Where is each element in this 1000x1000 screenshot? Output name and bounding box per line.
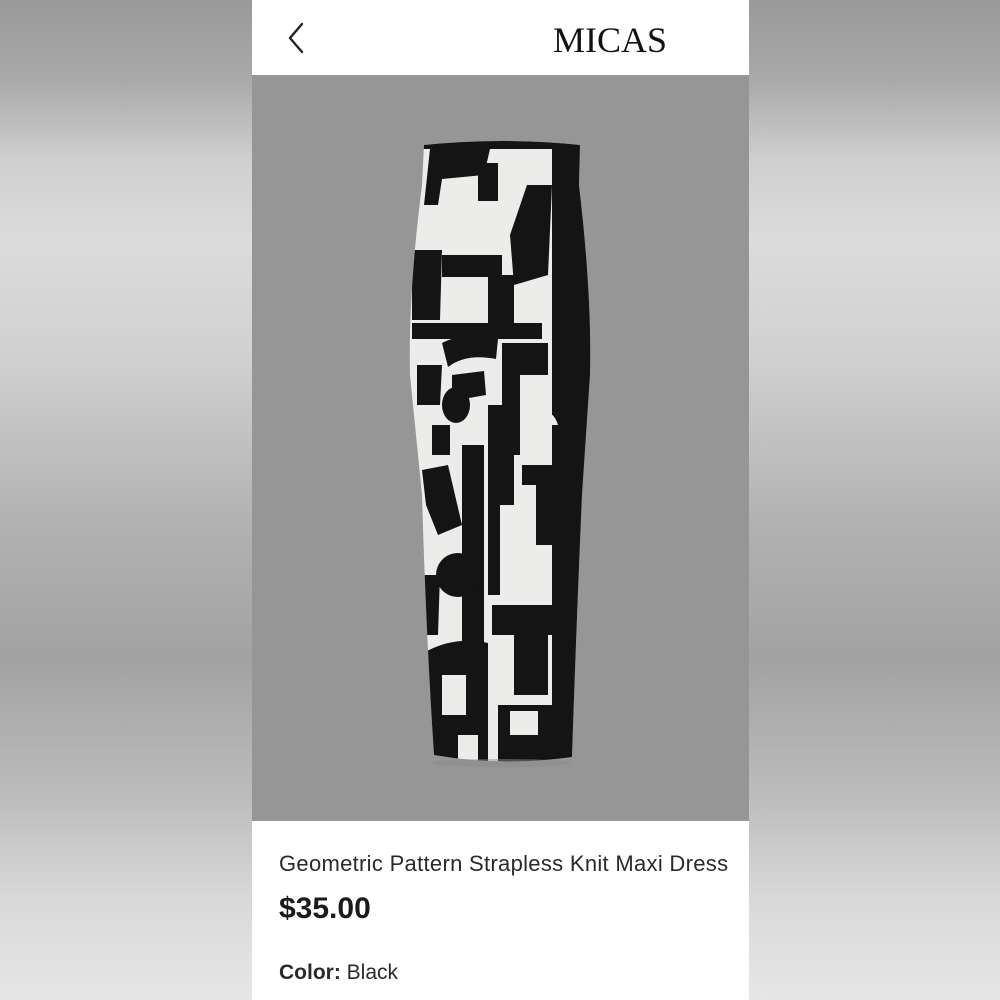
product-image[interactable]	[252, 75, 749, 821]
product-info: Geometric Pattern Strapless Knit Maxi Dr…	[252, 821, 749, 1000]
product-title: Geometric Pattern Strapless Knit Maxi Dr…	[279, 851, 729, 876]
color-label: Color:	[279, 961, 341, 984]
color-selector[interactable]: Color: Black	[279, 961, 398, 985]
chevron-left-icon	[288, 22, 304, 54]
top-bar: MICAS	[252, 0, 749, 75]
product-price: $35.00	[279, 892, 371, 925]
dress-illustration	[409, 141, 591, 767]
app-screen: MICAS Geometric Pattern Strapless Knit M…	[252, 0, 749, 1000]
back-button[interactable]	[280, 18, 314, 58]
color-value: Black	[346, 961, 399, 984]
brand-logo[interactable]: MICAS	[500, 18, 720, 62]
